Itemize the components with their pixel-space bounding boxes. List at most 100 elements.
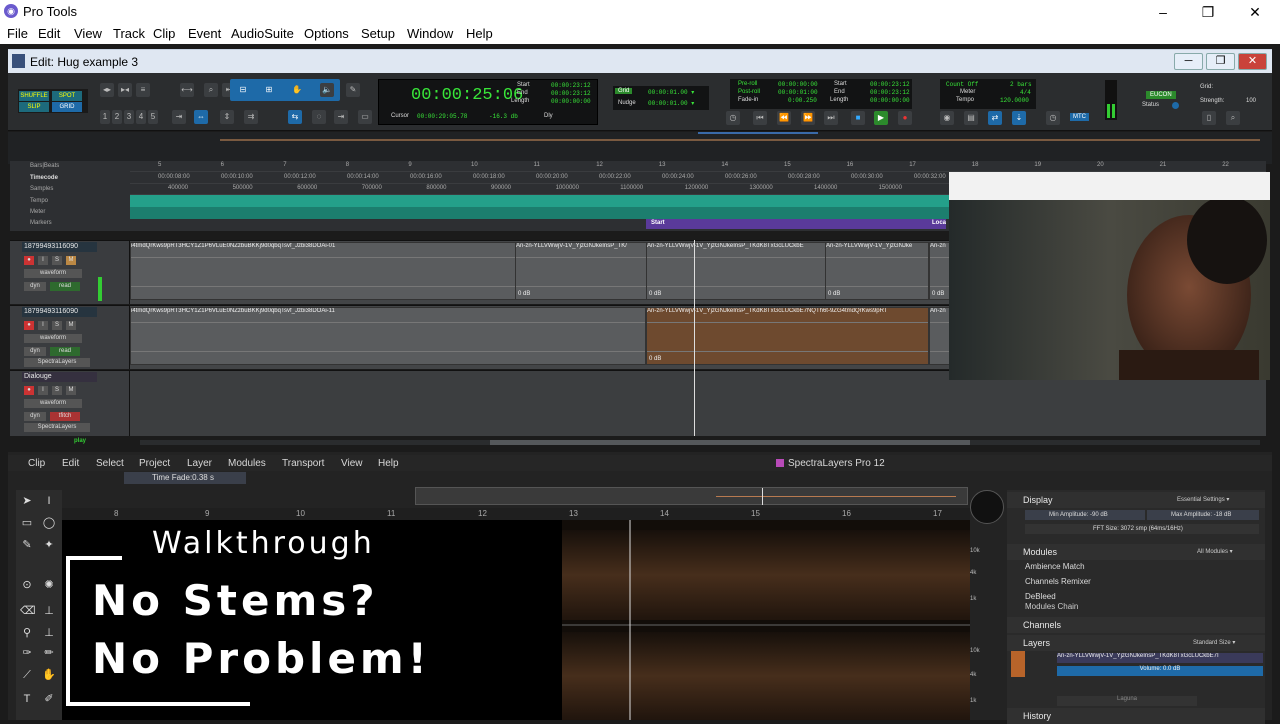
loop-icon[interactable]: ⇄ — [988, 111, 1002, 125]
marker-start[interactable]: Start — [651, 220, 665, 226]
solo-button[interactable]: S — [52, 256, 62, 265]
magic-wand-icon[interactable]: ✦ — [42, 538, 56, 552]
clip[interactable]: An-zn-YLLVWwjV-1V_YjzGNJkeInsP_TK/0 dB — [515, 242, 650, 300]
preroll-value[interactable]: 00:00:00:00 — [778, 81, 818, 88]
zoom-preset-2[interactable]: 2 — [112, 110, 122, 124]
essential-settings[interactable]: Essential Settings ▾ — [1177, 496, 1229, 503]
length2-value[interactable]: 00:00:00:00 — [870, 97, 910, 104]
input-monitor-button[interactable]: I — [38, 321, 48, 330]
max-amplitude-slider[interactable]: Max Amplitude: -18 dB — [1147, 510, 1259, 520]
play-icon[interactable]: ▶ — [874, 111, 888, 125]
commands-focus-icon[interactable]: ⇥ — [334, 110, 348, 124]
shuffle-mode[interactable]: SHUFFLE — [19, 91, 49, 101]
grabber-tool-icon[interactable]: ✋ — [290, 83, 304, 97]
sl-menu-project[interactable]: Project — [139, 458, 170, 469]
countoff-label[interactable]: Count Off — [946, 81, 978, 88]
clone-icon[interactable]: ⊥ — [42, 626, 56, 640]
sl-menu-select[interactable]: Select — [96, 458, 124, 469]
bars-ruler[interactable]: 5 6 7 8 9 10 11 12 13 14 15 16 17 18 19 20 21 22 — [130, 161, 1266, 172]
clip[interactable]: i4tmdQrKws9pRT3HCY1Z1P6VLuE0NZzbuBKKj9d0… — [130, 242, 520, 300]
nudge-value[interactable]: 00:00:01.00 ▾ — [648, 100, 694, 107]
min-amplitude-slider[interactable]: Min Amplitude: -90 dB — [1025, 510, 1145, 520]
grid-value[interactable]: 00:00:01.00 ▾ — [648, 89, 694, 96]
minimize-button[interactable]: – — [1148, 2, 1178, 22]
sync-icon[interactable]: ◷ — [1046, 111, 1060, 125]
menu-file[interactable]: File — [7, 26, 28, 41]
layer-name[interactable]: An-zn-YLLVWwjV-1V_YjzGNJkeInsP_TKdK8TxGc… — [1057, 653, 1263, 663]
stamp-icon[interactable]: ⊥ — [42, 604, 56, 618]
clip[interactable]: An-zn-YLLVWwjV-1V_YjzGNJke 0 dB — [825, 242, 929, 300]
layer-volume[interactable]: Volume: 0.0 dB — [1057, 666, 1263, 676]
zoomer-icon[interactable]: ⟷ — [180, 83, 194, 97]
dropper-icon[interactable]: ⚲ — [20, 626, 34, 640]
zoom-preset-1[interactable]: 1 — [100, 110, 110, 124]
trim-tool-icon[interactable]: ⊟ — [236, 83, 250, 97]
grid-mode[interactable]: GRID — [52, 102, 82, 112]
sl-menu-layer[interactable]: Layer — [187, 458, 212, 469]
end-value[interactable]: 00:00:23:12 — [551, 90, 591, 97]
dyn-button[interactable]: dyn — [24, 347, 46, 356]
menu-clip[interactable]: Clip — [153, 26, 175, 41]
meter-value[interactable]: 4/4 — [1020, 89, 1031, 96]
mute-button[interactable]: M — [66, 256, 76, 265]
main-counter[interactable]: 00:00:25:06 — [411, 86, 523, 105]
magnify-icon[interactable]: ⌕ — [204, 83, 218, 97]
automation-mode[interactable]: tfitch — [50, 412, 80, 421]
track-name-1[interactable]: 18799493116090 — [22, 242, 97, 252]
gear-icon[interactable]: ✺ — [42, 578, 56, 592]
scrubber-tool-icon[interactable]: 🔈 — [320, 83, 334, 97]
smudge-icon[interactable]: ✋ — [42, 668, 56, 682]
link-timeline-icon[interactable]: ⇔ — [194, 110, 208, 124]
plugin-insert[interactable]: SpectraLayers — [24, 358, 90, 367]
end2-value[interactable]: 00:00:23:12 — [870, 89, 910, 96]
sl-menu-clip[interactable]: Clip — [28, 458, 45, 469]
lasso-icon[interactable]: ◯ — [42, 516, 56, 530]
mtc-button[interactable]: MTC — [1070, 113, 1089, 121]
target-icon[interactable]: ⊙ — [20, 578, 34, 592]
return-to-zero-icon[interactable]: ⏮ — [753, 111, 767, 125]
input-monitor-button[interactable]: I — [38, 256, 48, 265]
link-track-icon[interactable]: ⇕ — [220, 110, 234, 124]
dyn-button[interactable]: dyn — [24, 412, 46, 421]
pencil-tool-icon[interactable]: ✎ — [346, 83, 360, 97]
strength-value[interactable]: 100 — [1246, 98, 1256, 104]
automation-mode[interactable]: read — [50, 347, 80, 356]
plugin-insert[interactable]: SpectraLayers — [24, 423, 90, 432]
rect-select-icon[interactable]: ▭ — [20, 516, 34, 530]
eucon-indicator[interactable]: EUCON — [1146, 91, 1176, 99]
insertion-follows-icon[interactable]: ⇉ — [244, 110, 258, 124]
menu-setup[interactable]: Setup — [361, 26, 395, 41]
tempo-value[interactable]: 120.0000 — [1000, 97, 1029, 104]
text-tool-icon[interactable]: T — [20, 692, 34, 706]
module-item[interactable]: Ambience Match — [1025, 562, 1085, 571]
menu-help[interactable]: Help — [466, 26, 493, 41]
modules-chain[interactable]: Modules Chain — [1025, 602, 1078, 611]
menu-options[interactable]: Options — [304, 26, 349, 41]
rewind-icon[interactable]: ⏪ — [777, 111, 791, 125]
playhead[interactable] — [694, 240, 695, 436]
standard-size-dropdown[interactable]: Standard Size ▾ — [1193, 639, 1235, 646]
sl-menu-edit[interactable]: Edit — [62, 458, 79, 469]
menu-window[interactable]: Window — [407, 26, 453, 41]
fft-size-slider[interactable]: FFT Size: 3072 smp (64ms/16Hz) — [1025, 524, 1259, 534]
mute-button[interactable]: M — [66, 321, 76, 330]
automation-mode[interactable]: read — [50, 282, 80, 291]
fadein-value[interactable]: 0:00.250 — [788, 97, 817, 104]
text-cursor-icon[interactable]: I — [42, 494, 56, 508]
keyboard-focus-icon[interactable]: ◌ — [312, 110, 326, 124]
stop-icon[interactable]: ■ — [851, 111, 865, 125]
solo-button[interactable]: S — [52, 386, 62, 395]
fadein-label[interactable]: Fade-in — [738, 97, 758, 103]
fast-forward-icon[interactable]: ⏩ — [801, 111, 815, 125]
postroll-label[interactable]: Post-roll — [738, 89, 760, 95]
history-header[interactable]: History — [1007, 708, 1265, 724]
countoff-bars[interactable]: 2 bars — [1010, 81, 1032, 88]
track-name-3[interactable]: Dialouge — [22, 372, 97, 382]
record-icon[interactable]: ● — [898, 111, 912, 125]
channels-header[interactable]: Channels — [1007, 617, 1265, 633]
click-icon[interactable]: ◉ — [940, 111, 954, 125]
length-value[interactable]: 00:00:00:00 — [551, 98, 591, 105]
close-button[interactable]: ✕ — [1240, 2, 1270, 22]
start2-value[interactable]: 00:00:23:12 — [870, 81, 910, 88]
mute-button[interactable]: M — [66, 386, 76, 395]
